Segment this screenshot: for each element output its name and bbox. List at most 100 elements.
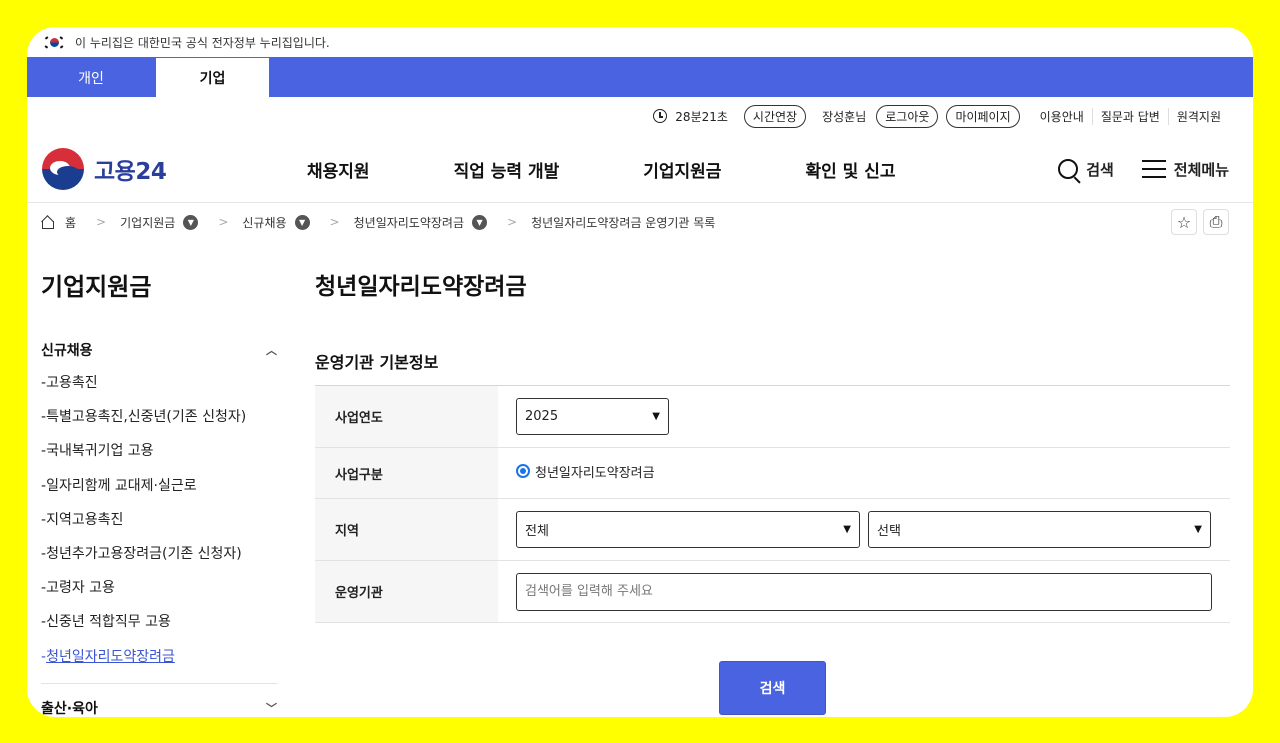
gov-banner: 이 누리집은 대한민국 공식 전자정부 누리집입니다. xyxy=(27,27,1253,57)
utility-bar: 28분21초 시간연장 장성훈님 로그아웃 마이페이지 이용안내 질문과 답변 … xyxy=(27,97,1253,135)
breadcrumb-youth-program[interactable]: 청년일자리도약장려금 xyxy=(354,214,464,231)
extend-time-button[interactable]: 시간연장 xyxy=(743,104,807,128)
agency-label: 운영기관 xyxy=(315,561,498,622)
search-label: 검색 xyxy=(1086,160,1114,179)
type-label: 사업구분 xyxy=(315,448,498,498)
row-type: 사업구분 청년일자리도약장려금 xyxy=(315,448,1230,499)
star-icon[interactable]: ☆ xyxy=(1171,209,1197,235)
region-field: 전체 ▼ 선택 ▼ xyxy=(498,499,1230,560)
link-remote-support[interactable]: 원격지원 xyxy=(1167,107,1229,125)
chevron-down-icon: ﹀ xyxy=(266,701,277,715)
sidebar-group-childbirth[interactable]: 출산·육아 ﹀ xyxy=(41,698,277,717)
page-title: 청년일자리도약장려금 xyxy=(315,274,527,300)
breadcrumb: 홈 > 기업지원금 ▼ > 신규채용 ▼ > 청년일자리도약장려금 ▼ > 청년… xyxy=(27,203,1253,241)
row-agency: 운영기관 xyxy=(315,561,1230,623)
link-guide[interactable]: 이용안내 xyxy=(1032,108,1092,125)
agency-search-input[interactable] xyxy=(516,572,1212,611)
sidebar-item[interactable]: -국내복귀기업 고용 xyxy=(41,434,277,468)
region-label: 지역 xyxy=(315,499,498,560)
tab-personal[interactable]: 개인 xyxy=(27,59,155,97)
user-name: 장성훈님 xyxy=(822,109,867,124)
site-logo[interactable]: 고용24 xyxy=(42,147,167,190)
chevron-down-icon: ▼ xyxy=(843,524,851,535)
sidebar-divider xyxy=(41,682,277,684)
breadcrumb-home[interactable]: 홈 xyxy=(65,214,76,231)
dropdown-circle-icon[interactable]: ▼ xyxy=(472,214,488,230)
chevron-right-icon: > xyxy=(96,215,107,229)
region-district-value: 선택 xyxy=(877,524,901,539)
type-radio-option[interactable]: 청년일자리도약장려금 xyxy=(516,462,655,481)
home-icon xyxy=(41,216,55,229)
session-timer-text: 28분21초 xyxy=(675,109,728,124)
agency-field xyxy=(498,561,1230,622)
breadcrumb-subsidy[interactable]: 기업지원금 xyxy=(120,214,175,231)
type-field: 청년일자리도약장려금 xyxy=(498,448,1230,498)
chevron-right-icon: > xyxy=(218,215,229,229)
chevron-right-icon: > xyxy=(329,215,340,229)
breadcrumb-new-hire[interactable]: 신규채용 xyxy=(242,214,286,231)
nav-job-support[interactable]: 채용지원 xyxy=(307,157,370,182)
sidebar-list: -고용촉진 -특별고용촉진,신중년(기존 신청자) -국내복귀기업 고용 -일자… xyxy=(41,366,277,674)
main-content: 청년일자리도약장려금 운영기관 기본정보 사업연도 2025 ▼ 사업구분 청년… xyxy=(315,267,1230,715)
nav-subsidy[interactable]: 기업지원금 xyxy=(643,157,721,182)
page-actions: ☆ ⎙ xyxy=(1171,209,1229,235)
korea-flag-icon xyxy=(44,35,64,49)
link-qna[interactable]: 질문과 답변 xyxy=(1091,107,1168,125)
gov-banner-text: 이 누리집은 대한민국 공식 전자정부 누리집입니다. xyxy=(75,35,330,50)
year-label: 사업연도 xyxy=(315,386,498,447)
sidebar-item[interactable]: -지역고용촉진 xyxy=(41,503,277,537)
type-radio-label: 청년일자리도약장려금 xyxy=(535,465,655,481)
all-menu-button[interactable]: 전체메뉴 xyxy=(1114,159,1229,180)
sidebar-item[interactable]: -청년추가고용장려금(기존 신청자) xyxy=(41,537,277,571)
year-select[interactable]: 2025 ▼ xyxy=(516,398,669,435)
dropdown-circle-icon[interactable]: ▼ xyxy=(294,214,310,230)
radio-selected[interactable] xyxy=(516,464,530,478)
chevron-down-icon: ▼ xyxy=(652,411,660,422)
gnb-menu: 채용지원 직업 능력 개발 기업지원금 확인 및 신고 xyxy=(307,135,980,203)
row-region: 지역 전체 ▼ 선택 ▼ xyxy=(315,499,1230,561)
row-year: 사업연도 2025 ▼ xyxy=(315,386,1230,448)
sidebar-group-label: 신규채용 xyxy=(41,343,93,359)
region-province-value: 전체 xyxy=(525,524,549,539)
logo-text: 고용24 xyxy=(94,158,167,185)
sidebar-item-active[interactable]: -청년일자리도약장려금 xyxy=(41,640,277,674)
sidebar-item[interactable]: -신중년 적합직무 고용 xyxy=(41,605,277,639)
sidebar-item[interactable]: -특별고용촉진,신중년(기존 신청자) xyxy=(41,400,277,434)
sidebar-item[interactable]: -일자리함께 교대제·실근로 xyxy=(41,469,277,503)
chevron-up-icon: ︿ xyxy=(266,344,277,357)
region-select-province[interactable]: 전체 ▼ xyxy=(516,511,860,548)
year-select-value: 2025 xyxy=(525,409,559,424)
session-timer: 28분21초 xyxy=(653,108,728,125)
gov-emblem-icon xyxy=(42,147,84,190)
sidebar-group-new-hire[interactable]: 신규채용 ︿ xyxy=(41,340,277,360)
tab-company[interactable]: 기업 xyxy=(155,57,270,97)
logout-button[interactable]: 로그아웃 xyxy=(876,104,939,128)
clock-icon xyxy=(653,109,668,123)
form-actions: 검색 xyxy=(315,661,1230,715)
search-button[interactable]: 검색 xyxy=(1058,159,1114,180)
search-submit-button[interactable]: 검색 xyxy=(719,661,826,715)
sidebar-item[interactable]: -고용촉진 xyxy=(41,366,277,400)
all-menu-label: 전체메뉴 xyxy=(1173,160,1229,179)
sidebar: 기업지원금 신규채용 ︿ -고용촉진 -특별고용촉진,신중년(기존 신청자) -… xyxy=(41,267,277,717)
print-icon[interactable]: ⎙ xyxy=(1203,209,1229,235)
hamburger-icon xyxy=(1141,160,1166,178)
year-field: 2025 ▼ xyxy=(498,386,1230,447)
user-type-tabs: 개인 기업 xyxy=(27,57,1253,97)
search-icon xyxy=(1058,159,1079,179)
main-nav: 고용24 채용지원 직업 능력 개발 기업지원금 확인 및 신고 검색 전체메뉴 xyxy=(27,135,1253,203)
search-form: 사업연도 2025 ▼ 사업구분 청년일자리도약장려금 지역 전체 ▼ 선택 ▼… xyxy=(315,385,1230,623)
sidebar-group2-label: 출산·육아 xyxy=(41,700,98,717)
breadcrumb-current: 청년일자리도약장려금 운영기관 목록 xyxy=(531,215,716,230)
nav-report[interactable]: 확인 및 신고 xyxy=(805,157,895,182)
chevron-right-icon: > xyxy=(507,215,518,229)
sidebar-item[interactable]: -고령자 고용 xyxy=(41,571,277,605)
nav-skill-development[interactable]: 직업 능력 개발 xyxy=(454,157,560,182)
dropdown-circle-icon[interactable]: ▼ xyxy=(183,214,199,230)
chevron-down-icon: ▼ xyxy=(1194,524,1202,535)
section-title: 운영기관 기본정보 xyxy=(315,353,439,372)
mypage-button[interactable]: 마이페이지 xyxy=(946,104,1020,128)
region-select-district[interactable]: 선택 ▼ xyxy=(868,511,1211,548)
sidebar-title: 기업지원금 xyxy=(41,273,152,301)
gnb-actions: 검색 전체메뉴 xyxy=(1058,135,1229,203)
